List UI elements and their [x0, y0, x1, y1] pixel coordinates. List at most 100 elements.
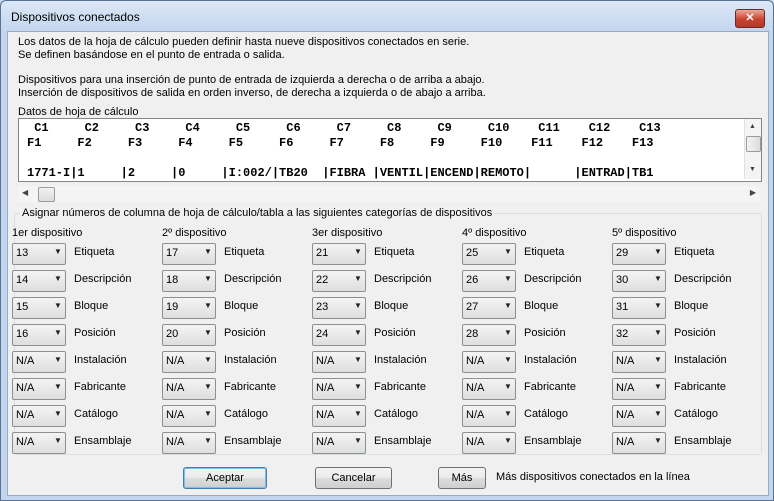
column-number-select[interactable]: N/A ▼ — [162, 378, 216, 400]
horizontal-scroll-thumb[interactable] — [38, 187, 55, 202]
spreadsheet-preview[interactable]: C1 C2 C3 C4 C5 C6 C7 C8 C9 C10 C11 C12 C… — [18, 118, 762, 182]
dropdown-arrow-icon[interactable]: ▼ — [204, 328, 212, 337]
dropdown-arrow-icon[interactable]: ▼ — [654, 355, 662, 364]
select-value: N/A — [166, 436, 185, 448]
column-number-select[interactable]: N/A ▼ — [612, 351, 666, 373]
dropdown-arrow-icon[interactable]: ▼ — [54, 301, 62, 310]
dropdown-arrow-icon[interactable]: ▼ — [354, 328, 362, 337]
column-number-select[interactable]: N/A ▼ — [312, 378, 366, 400]
column-number-select[interactable]: N/A ▼ — [12, 378, 66, 400]
column-number-select[interactable]: 16 ▼ — [12, 324, 66, 346]
dropdown-arrow-icon[interactable]: ▼ — [654, 436, 662, 445]
column-number-select[interactable]: N/A ▼ — [462, 405, 516, 427]
column-number-select[interactable]: N/A ▼ — [462, 432, 516, 454]
dropdown-arrow-icon[interactable]: ▼ — [54, 409, 62, 418]
dropdown-arrow-icon[interactable]: ▼ — [354, 274, 362, 283]
sheet-row-fields: F1 F2 F3 F4 F5 F6 F7 F8 F9 F10 F11 F12 F… — [27, 136, 654, 150]
column-number-select[interactable]: 30 ▼ — [612, 270, 666, 292]
column-number-select[interactable]: 32 ▼ — [612, 324, 666, 346]
dropdown-arrow-icon[interactable]: ▼ — [354, 382, 362, 391]
column-number-select[interactable]: N/A ▼ — [162, 432, 216, 454]
sheet-row-data: 1771-I|1 |2 |0 |I:002/|TB20 |FIBRA |VENT… — [27, 166, 654, 180]
column-number-select[interactable]: 15 ▼ — [12, 297, 66, 319]
dropdown-arrow-icon[interactable]: ▼ — [504, 382, 512, 391]
dropdown-arrow-icon[interactable]: ▼ — [54, 436, 62, 445]
column-number-select[interactable]: N/A ▼ — [12, 351, 66, 373]
scroll-right-icon[interactable]: ▶ — [750, 188, 756, 197]
dropdown-arrow-icon[interactable]: ▼ — [54, 355, 62, 364]
select-value: N/A — [16, 436, 35, 448]
scroll-up-icon[interactable]: ▲ — [749, 123, 756, 130]
dropdown-arrow-icon[interactable]: ▼ — [354, 409, 362, 418]
column-number-select[interactable]: 17 ▼ — [162, 243, 216, 265]
scroll-left-icon[interactable]: ◀ — [22, 188, 28, 197]
dropdown-arrow-icon[interactable]: ▼ — [204, 436, 212, 445]
column-number-select[interactable]: 20 ▼ — [162, 324, 216, 346]
column-number-select[interactable]: 29 ▼ — [612, 243, 666, 265]
dropdown-arrow-icon[interactable]: ▼ — [504, 328, 512, 337]
dropdown-arrow-icon[interactable]: ▼ — [54, 382, 62, 391]
column-number-select[interactable]: 24 ▼ — [312, 324, 366, 346]
dropdown-arrow-icon[interactable]: ▼ — [504, 301, 512, 310]
select-value: 17 — [166, 247, 179, 259]
horizontal-scrollbar[interactable]: ◀ ▶ — [18, 186, 760, 202]
column-number-select[interactable]: 31 ▼ — [612, 297, 666, 319]
close-button[interactable]: ✕ — [735, 9, 765, 28]
dropdown-arrow-icon[interactable]: ▼ — [204, 355, 212, 364]
dropdown-arrow-icon[interactable]: ▼ — [204, 274, 212, 283]
dropdown-arrow-icon[interactable]: ▼ — [654, 247, 662, 256]
title-bar[interactable]: Dispositivos conectados ✕ — [1, 1, 773, 31]
column-number-select[interactable]: 23 ▼ — [312, 297, 366, 319]
column-number-select[interactable]: 19 ▼ — [162, 297, 216, 319]
dropdown-arrow-icon[interactable]: ▼ — [654, 301, 662, 310]
column-number-select[interactable]: 25 ▼ — [462, 243, 516, 265]
dropdown-arrow-icon[interactable]: ▼ — [654, 274, 662, 283]
dropdown-arrow-icon[interactable]: ▼ — [654, 382, 662, 391]
column-number-select[interactable]: N/A ▼ — [612, 432, 666, 454]
more-button[interactable]: Más — [438, 467, 486, 489]
dropdown-arrow-icon[interactable]: ▼ — [654, 328, 662, 337]
dropdown-arrow-icon[interactable]: ▼ — [204, 247, 212, 256]
dropdown-arrow-icon[interactable]: ▼ — [354, 355, 362, 364]
column-number-select[interactable]: 27 ▼ — [462, 297, 516, 319]
dropdown-arrow-icon[interactable]: ▼ — [54, 247, 62, 256]
dropdown-arrow-icon[interactable]: ▼ — [204, 382, 212, 391]
dropdown-arrow-icon[interactable]: ▼ — [354, 301, 362, 310]
column-number-select[interactable]: N/A ▼ — [312, 405, 366, 427]
column-number-select[interactable]: 13 ▼ — [12, 243, 66, 265]
column-number-select[interactable]: N/A ▼ — [312, 351, 366, 373]
column-number-select[interactable]: N/A ▼ — [462, 378, 516, 400]
dropdown-arrow-icon[interactable]: ▼ — [504, 274, 512, 283]
column-number-select[interactable]: N/A ▼ — [12, 405, 66, 427]
vertical-scrollbar[interactable]: ▲ ▼ — [744, 119, 761, 179]
dropdown-arrow-icon[interactable]: ▼ — [354, 436, 362, 445]
column-number-select[interactable]: N/A ▼ — [12, 432, 66, 454]
column-number-select[interactable]: N/A ▼ — [162, 405, 216, 427]
dropdown-arrow-icon[interactable]: ▼ — [204, 301, 212, 310]
dropdown-arrow-icon[interactable]: ▼ — [204, 409, 212, 418]
dropdown-arrow-icon[interactable]: ▼ — [504, 436, 512, 445]
column-number-select[interactable]: N/A ▼ — [162, 351, 216, 373]
column-number-select[interactable]: 26 ▼ — [462, 270, 516, 292]
column-number-select[interactable]: N/A ▼ — [312, 432, 366, 454]
column-number-select[interactable]: N/A ▼ — [462, 351, 516, 373]
column-number-select[interactable]: 18 ▼ — [162, 270, 216, 292]
column-number-select[interactable]: N/A ▼ — [612, 405, 666, 427]
dropdown-arrow-icon[interactable]: ▼ — [654, 409, 662, 418]
dropdown-arrow-icon[interactable]: ▼ — [54, 328, 62, 337]
column-number-select[interactable]: 28 ▼ — [462, 324, 516, 346]
select-value: N/A — [466, 355, 485, 367]
dropdown-arrow-icon[interactable]: ▼ — [504, 247, 512, 256]
dropdown-arrow-icon[interactable]: ▼ — [354, 247, 362, 256]
column-number-select[interactable]: 14 ▼ — [12, 270, 66, 292]
accept-button[interactable]: Aceptar — [183, 467, 267, 489]
column-number-select[interactable]: N/A ▼ — [612, 378, 666, 400]
column-number-select[interactable]: 22 ▼ — [312, 270, 366, 292]
dropdown-arrow-icon[interactable]: ▼ — [54, 274, 62, 283]
dropdown-arrow-icon[interactable]: ▼ — [504, 409, 512, 418]
vertical-scroll-thumb[interactable] — [746, 136, 761, 152]
column-number-select[interactable]: 21 ▼ — [312, 243, 366, 265]
cancel-button[interactable]: Cancelar — [315, 467, 392, 489]
dropdown-arrow-icon[interactable]: ▼ — [504, 355, 512, 364]
scroll-down-icon[interactable]: ▼ — [749, 166, 756, 173]
